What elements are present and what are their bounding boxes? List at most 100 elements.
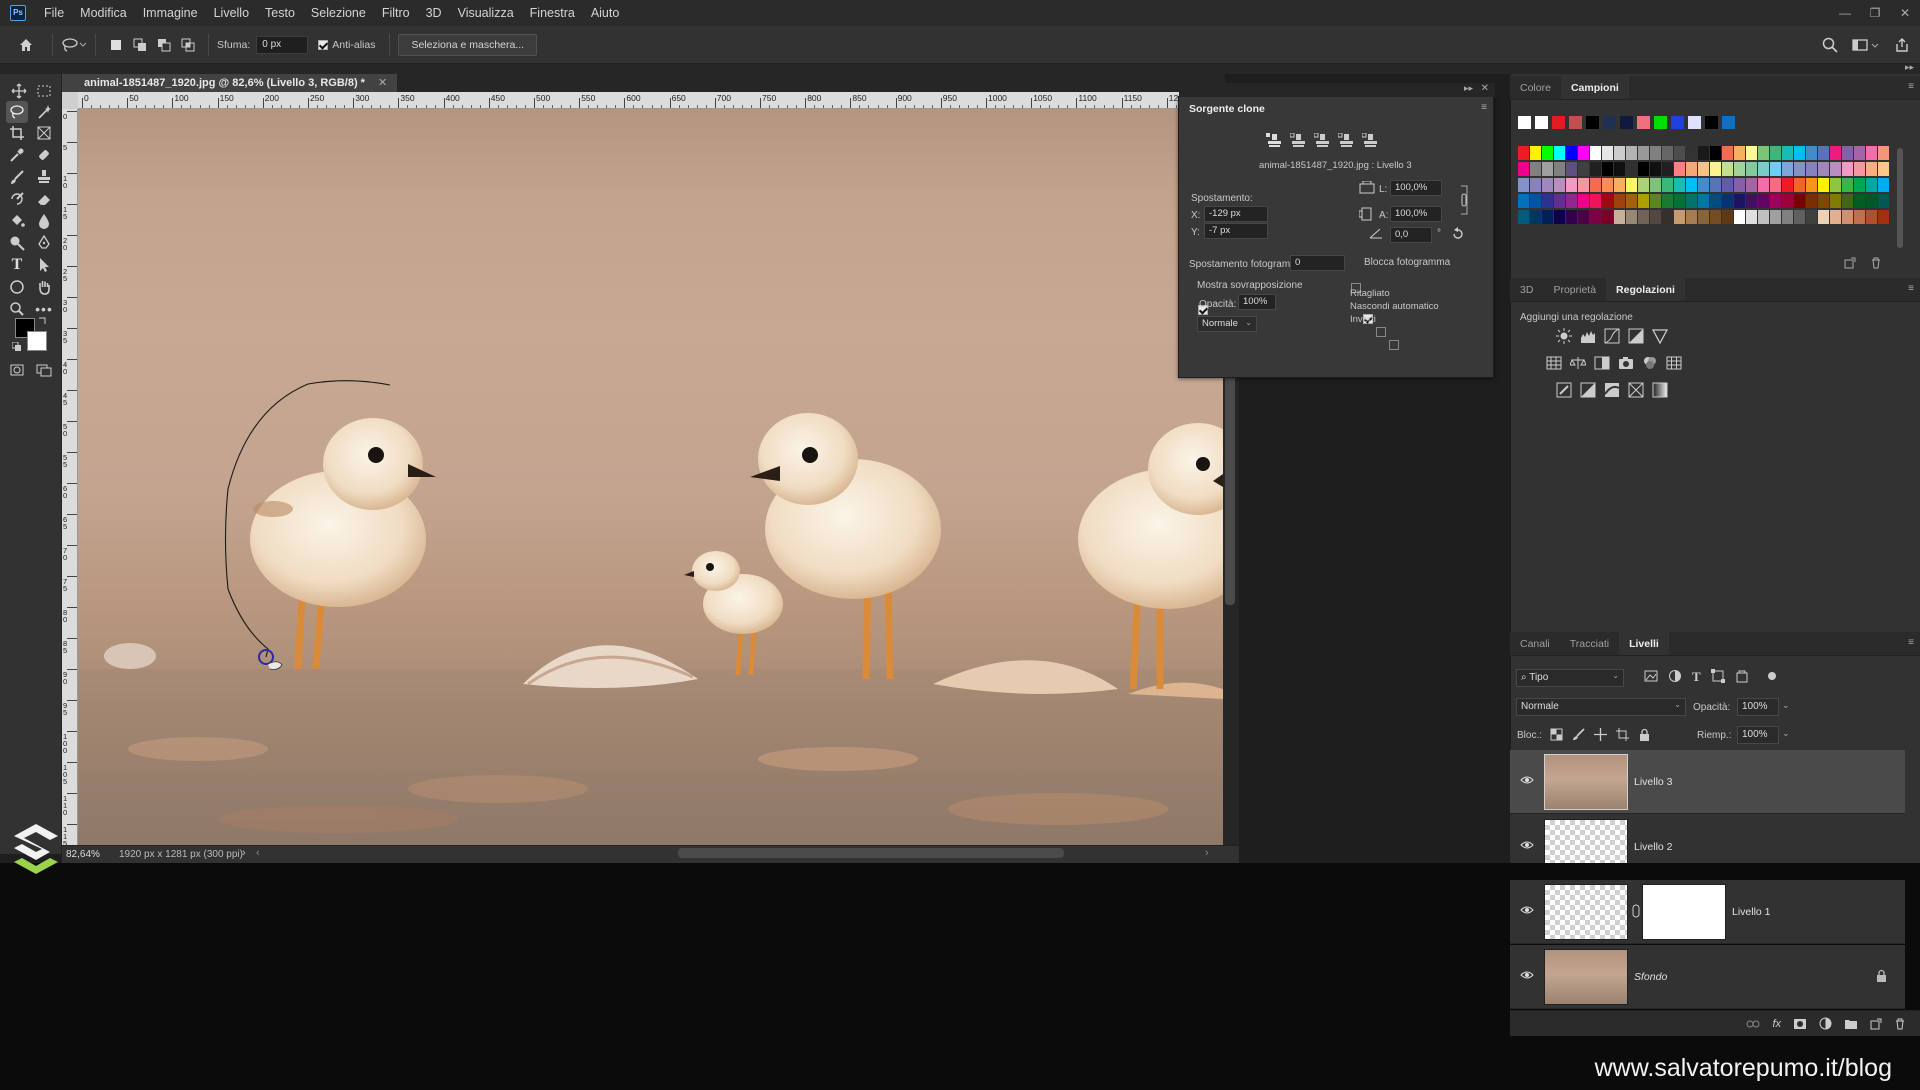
- color-swatch[interactable]: [1566, 194, 1577, 208]
- tab-clone-source[interactable]: Sorgente clone: [1179, 97, 1275, 121]
- color-swatch[interactable]: [1770, 210, 1781, 224]
- color-swatch[interactable]: [1794, 194, 1805, 208]
- delete-layer-icon[interactable]: [1894, 1018, 1906, 1030]
- color-swatch[interactable]: [1530, 162, 1541, 176]
- color-swatch[interactable]: [1518, 162, 1529, 176]
- swatches-scrollbar[interactable]: [1897, 148, 1903, 248]
- menu-view[interactable]: Visualizza: [450, 0, 522, 26]
- color-swatch[interactable]: [1782, 162, 1793, 176]
- color-swatch[interactable]: [1842, 194, 1853, 208]
- color-swatch[interactable]: [1530, 146, 1541, 160]
- paint-bucket-icon[interactable]: [6, 210, 28, 232]
- eyedropper-icon[interactable]: [6, 144, 28, 166]
- color-balance-icon[interactable]: [1570, 355, 1586, 371]
- color-swatch[interactable]: [1602, 162, 1613, 176]
- swatches-menu-icon[interactable]: ≡: [1908, 81, 1914, 92]
- color-swatch[interactable]: [1698, 210, 1709, 224]
- color-swatch[interactable]: [1554, 178, 1565, 192]
- layer-style-icon[interactable]: fx: [1772, 1018, 1781, 1030]
- restore-button[interactable]: ❐: [1860, 0, 1890, 26]
- lock-artboard-icon[interactable]: [1616, 728, 1629, 741]
- workspace-icon[interactable]: [1852, 38, 1880, 52]
- color-swatch[interactable]: [1518, 146, 1529, 160]
- color-swatch[interactable]: [1650, 146, 1661, 160]
- swap-colors-icon[interactable]: [38, 315, 48, 325]
- offset-y-input[interactable]: -7 px: [1204, 223, 1268, 239]
- delete-swatch-icon[interactable]: [1870, 257, 1882, 269]
- ellipse-tool-icon[interactable]: [6, 276, 28, 298]
- background-color-swatch[interactable]: [27, 331, 47, 351]
- color-swatch[interactable]: [1626, 162, 1637, 176]
- color-swatch[interactable]: [1542, 178, 1553, 192]
- color-swatch[interactable]: [1866, 194, 1877, 208]
- lasso-preset-icon[interactable]: [61, 37, 87, 53]
- color-swatch[interactable]: [1758, 146, 1769, 160]
- invert-checkbox[interactable]: [1389, 340, 1400, 351]
- layer-filter-select[interactable]: ⌕ Tipo ⌄: [1516, 669, 1624, 687]
- color-swatch[interactable]: [1866, 146, 1877, 160]
- recent-swatch[interactable]: [1535, 116, 1548, 129]
- color-swatch[interactable]: [1698, 146, 1709, 160]
- color-swatch[interactable]: [1878, 194, 1889, 208]
- tab-color[interactable]: Colore: [1510, 76, 1561, 99]
- color-swatch[interactable]: [1794, 146, 1805, 160]
- gradient-map-icon[interactable]: [1652, 382, 1668, 398]
- link-scale-icon[interactable]: [1459, 185, 1469, 215]
- new-adjustment-icon[interactable]: [1819, 1017, 1832, 1030]
- color-swatch[interactable]: [1806, 146, 1817, 160]
- color-swatch[interactable]: [1734, 178, 1745, 192]
- filter-smart-object-icon[interactable]: [1735, 669, 1749, 685]
- color-swatch[interactable]: [1542, 194, 1553, 208]
- pen-tool-icon[interactable]: [33, 232, 55, 254]
- color-swatch[interactable]: [1698, 194, 1709, 208]
- clone-source-1-icon[interactable]: [1266, 133, 1284, 149]
- lock-position-icon[interactable]: [1594, 728, 1607, 741]
- color-swatch[interactable]: [1542, 162, 1553, 176]
- share-icon[interactable]: [1894, 37, 1910, 53]
- color-swatch[interactable]: [1554, 194, 1565, 208]
- layer-name[interactable]: Livello 3: [1634, 776, 1673, 788]
- color-swatch[interactable]: [1686, 162, 1697, 176]
- tab-3d[interactable]: 3D: [1510, 278, 1543, 301]
- color-swatch[interactable]: [1806, 162, 1817, 176]
- color-swatch[interactable]: [1734, 162, 1745, 176]
- recent-swatch[interactable]: [1620, 116, 1633, 129]
- color-swatch[interactable]: [1734, 194, 1745, 208]
- color-swatch[interactable]: [1686, 210, 1697, 224]
- color-swatch[interactable]: [1662, 146, 1673, 160]
- invert-icon[interactable]: [1556, 382, 1572, 398]
- recent-swatch[interactable]: [1518, 116, 1531, 129]
- layer-blend-mode-select[interactable]: Normale ⌄: [1516, 698, 1686, 716]
- type-tool-icon[interactable]: T: [6, 254, 28, 276]
- document-size-info[interactable]: 1920 px x 1281 px (300 ppi): [119, 849, 243, 860]
- color-swatch[interactable]: [1638, 146, 1649, 160]
- color-swatch[interactable]: [1782, 210, 1793, 224]
- auto-hide-checkbox[interactable]: [1376, 327, 1387, 338]
- vibrance-icon[interactable]: [1652, 328, 1668, 344]
- color-swatch[interactable]: [1566, 178, 1577, 192]
- eraser-icon[interactable]: [33, 188, 55, 210]
- color-swatch[interactable]: [1686, 194, 1697, 208]
- recent-swatch[interactable]: [1586, 116, 1599, 129]
- color-swatch[interactable]: [1518, 178, 1529, 192]
- horizontal-scroll-thumb[interactable]: [678, 848, 1064, 858]
- color-swatch[interactable]: [1866, 178, 1877, 192]
- status-expand-icon[interactable]: ›: [242, 847, 246, 859]
- brightness-icon[interactable]: [1556, 328, 1572, 344]
- recent-swatch[interactable]: [1688, 116, 1701, 129]
- filter-toggle-icon[interactable]: [1765, 669, 1779, 685]
- fill-input[interactable]: 100%: [1737, 726, 1779, 744]
- new-swatch-icon[interactable]: [1844, 257, 1856, 269]
- layer-opacity-input[interactable]: 100%: [1737, 698, 1779, 716]
- curves-icon[interactable]: [1604, 328, 1620, 344]
- color-swatch[interactable]: [1602, 194, 1613, 208]
- color-swatch[interactable]: [1770, 162, 1781, 176]
- color-swatch[interactable]: [1698, 162, 1709, 176]
- color-swatch[interactable]: [1674, 178, 1685, 192]
- menu-3d[interactable]: 3D: [418, 0, 450, 26]
- dodge-tool-icon[interactable]: [6, 232, 28, 254]
- intersect-selection-icon[interactable]: [181, 38, 195, 52]
- selective-color-icon[interactable]: [1628, 382, 1644, 398]
- feather-input[interactable]: 0 px: [256, 35, 309, 54]
- hand-tool-icon[interactable]: [33, 276, 55, 298]
